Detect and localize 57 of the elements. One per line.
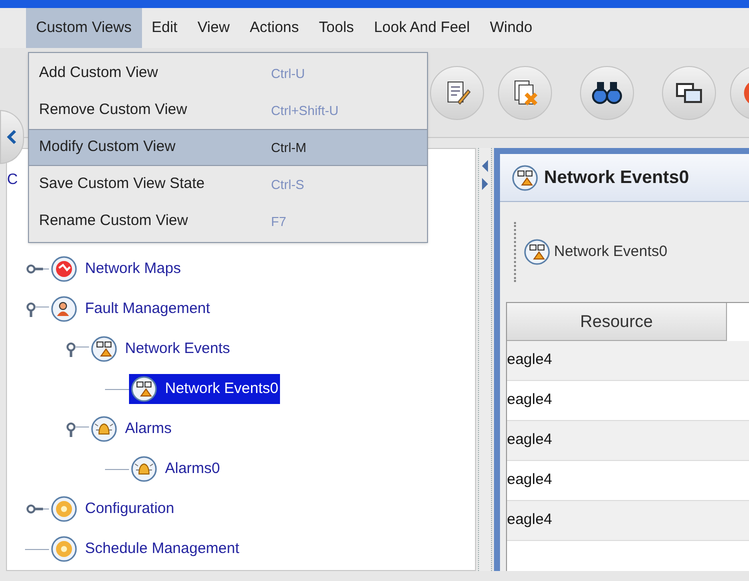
tree-item[interactable]: Fault Management [49, 294, 212, 324]
table-cell-text: eagle4 [507, 350, 554, 370]
menu-item-label: Save Custom View State [39, 174, 206, 194]
table-cell-text: eagle4 [507, 510, 554, 530]
menu-bar-item[interactable]: Actions [240, 8, 309, 48]
alarm-node-icon [131, 456, 157, 482]
events-node-icon [91, 336, 117, 362]
menu-bar-item[interactable]: Edit [142, 8, 188, 48]
events-node-icon [131, 376, 157, 402]
menu-item-label: Modify Custom View [39, 137, 176, 158]
menu-bar-item[interactable]: Look And Feel [364, 8, 480, 48]
edit-document-icon[interactable] [430, 66, 484, 120]
panel-title: Network Events0 [544, 166, 690, 189]
shortcut-text: Ctrl-M [271, 138, 306, 157]
table-cell-text: eagle4 [507, 390, 554, 410]
table-cell-text: eagle4 [507, 470, 554, 490]
expanded-handle-icon[interactable] [65, 421, 89, 437]
shortcut-text: F7 [271, 212, 286, 231]
tree-item[interactable]: Schedule Management [49, 534, 242, 564]
menu-item[interactable]: Rename Custom View F7 [29, 203, 427, 240]
menu-bar-item[interactable]: Windo [480, 8, 542, 48]
events-node-icon [512, 164, 538, 190]
shortcut-text: Ctrl-S [271, 176, 304, 194]
table-cell-text: eagle4 [507, 430, 554, 450]
menu-bar-item[interactable]: Custom Views [26, 8, 142, 48]
column-header[interactable]: Resource [507, 303, 727, 341]
expanded-handle-icon[interactable] [25, 301, 49, 317]
tree-header: C [7, 170, 18, 189]
shortcut-text: Ctrl-U [271, 64, 305, 83]
menu-item[interactable]: Modify Custom View Ctrl-M [29, 129, 427, 166]
windows-icon[interactable] [662, 66, 716, 120]
tree-item[interactable]: Network Maps [49, 254, 183, 284]
tree-item[interactable]: Network Events [89, 334, 232, 364]
events-node-icon [524, 239, 550, 265]
menu-item[interactable]: Save Custom View State Ctrl-S [29, 166, 427, 203]
config-node-icon [51, 496, 77, 522]
shortcut-text: Ctrl+Shift-U [271, 102, 339, 120]
menu-item-label: Add Custom View [39, 63, 159, 84]
tree-item[interactable]: Alarms0 [129, 454, 222, 484]
menu-item-label: Rename Custom View [39, 211, 189, 232]
menu-item[interactable]: Add Custom View Ctrl-U [29, 55, 427, 92]
delete-document-icon[interactable] [498, 66, 552, 120]
menu-item[interactable]: Remove Custom View Ctrl+Shift-U [29, 92, 427, 129]
config-node-icon [51, 536, 77, 562]
menu-bar-item[interactable]: View [187, 8, 240, 48]
menu-bar-item[interactable]: Tools [308, 8, 364, 48]
map-node-icon [51, 256, 77, 282]
fault-node-icon [51, 296, 77, 322]
menu-item-label: Remove Custom View [39, 100, 188, 120]
alarm-node-icon [91, 416, 117, 442]
tree-item[interactable]: Alarms [89, 414, 174, 444]
binoculars-icon[interactable] [580, 66, 634, 120]
toolbar-label: Network Events0 [554, 242, 668, 262]
tree-item[interactable]: Network Events0 [129, 374, 280, 404]
expanded-handle-icon[interactable] [65, 341, 89, 357]
collapse-arrows-icon[interactable] [481, 158, 489, 192]
tree-item[interactable]: Configuration [49, 494, 176, 524]
